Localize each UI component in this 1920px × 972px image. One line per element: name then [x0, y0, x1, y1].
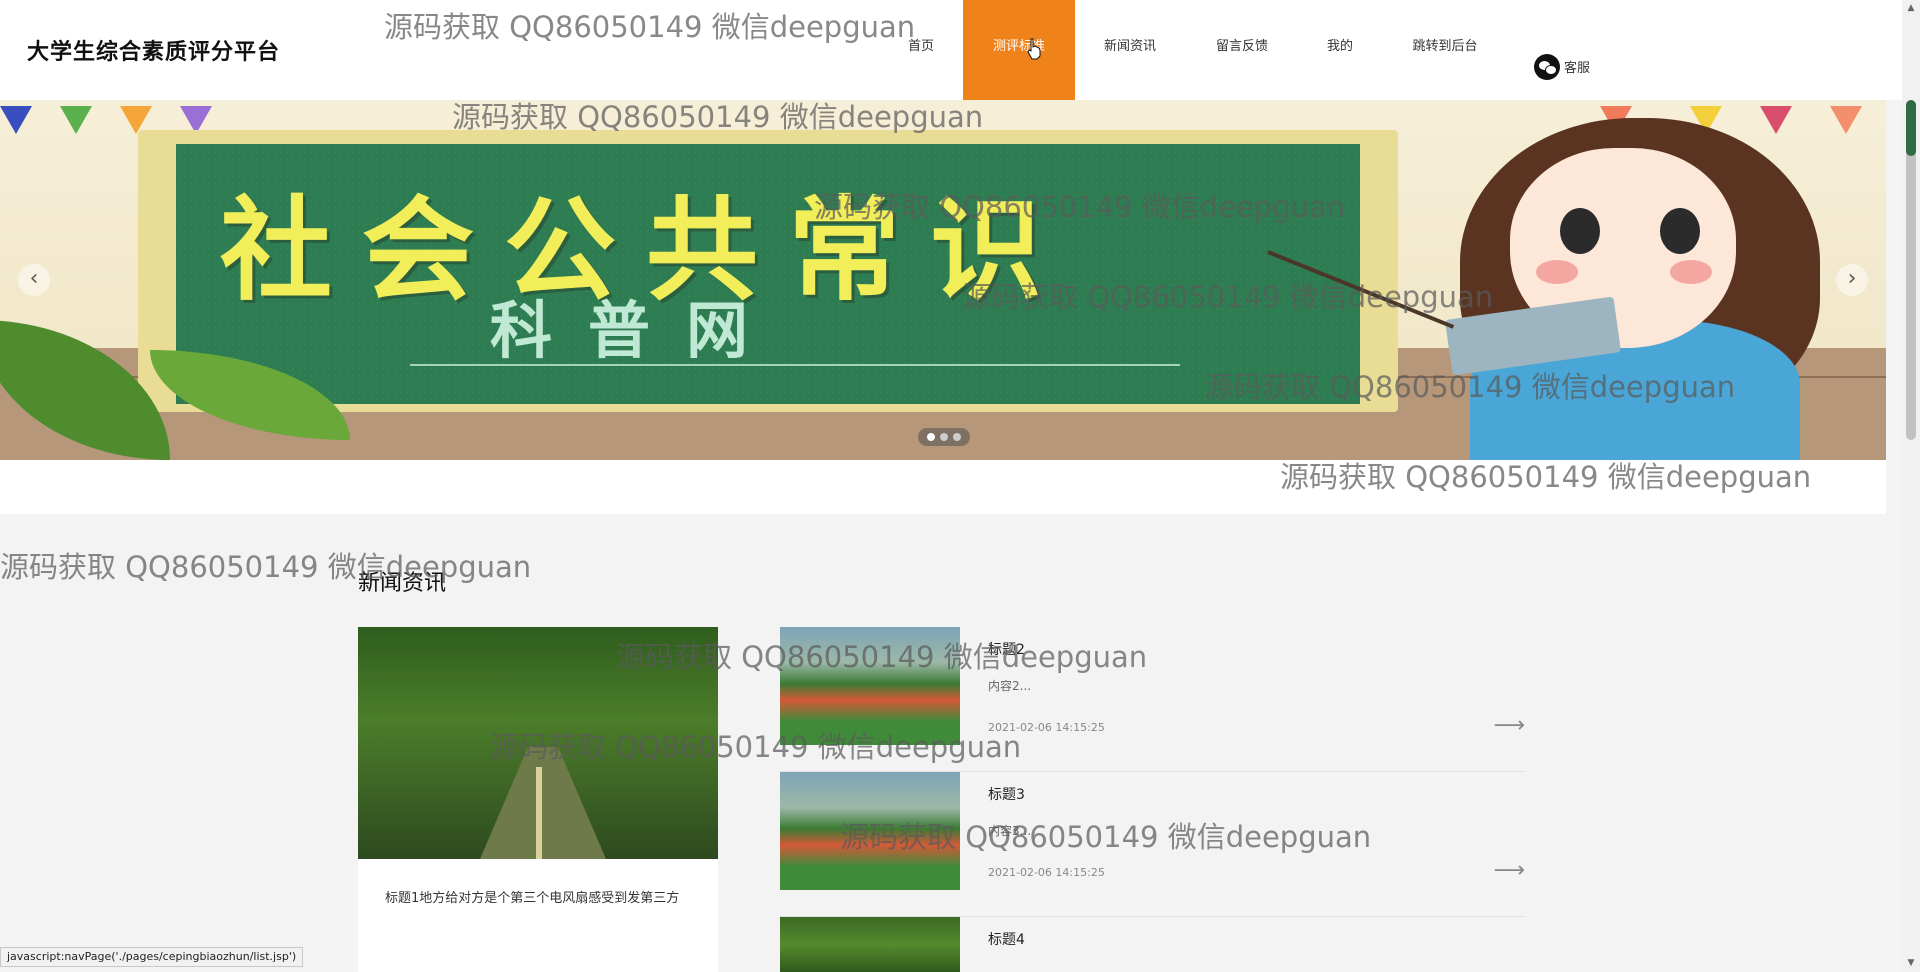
featured-news-title[interactable]: 标题1地方给对方是个第三个电风扇感受到发第三方	[385, 887, 695, 911]
tree-road	[468, 747, 618, 859]
banner-bottom-strip	[0, 460, 1886, 514]
news-list-item[interactable]: 标题2 内容2... 2021-02-06 14:15:25 ⟶	[780, 627, 1525, 772]
road-center-line	[536, 767, 542, 859]
bunting-flag	[1760, 106, 1792, 134]
teacher-eye	[1560, 208, 1600, 254]
hero-carousel[interactable]: 社会公共常识 科普网 ‹ ›	[0, 100, 1886, 460]
teacher-cheek	[1536, 260, 1578, 284]
hand-cursor-icon	[1027, 38, 1041, 60]
bunting-flag	[60, 106, 92, 134]
bunting-flag	[1830, 106, 1862, 134]
nav-item-backend[interactable]: 跳转到后台	[1398, 0, 1492, 100]
carousel-prev-button[interactable]: ‹	[18, 264, 50, 296]
nav-item-service[interactable]: 客服	[1534, 0, 1604, 100]
news-item-title[interactable]: 标题4	[988, 929, 1025, 949]
news-list-item[interactable]: 标题4	[780, 917, 1525, 972]
bunting-flag	[0, 106, 32, 134]
nav-item-evaluation-standard[interactable]: 测评标准	[963, 0, 1075, 100]
news-item-desc: 内容2...	[988, 679, 1032, 693]
featured-news-card[interactable]: 标题1地方给对方是个第三个电风扇感受到发第三方	[358, 627, 718, 972]
featured-news-image[interactable]	[358, 627, 718, 859]
news-item-date: 2021-02-06 14:15:25	[988, 721, 1105, 734]
news-thumbnail[interactable]	[780, 627, 960, 745]
nav-item-news[interactable]: 新闻资讯	[1090, 0, 1170, 100]
wechat-icon	[1534, 53, 1560, 80]
nav-item-feedback[interactable]: 留言反馈	[1200, 0, 1284, 100]
scroll-up-arrow-icon[interactable]: ▲	[1902, 0, 1920, 17]
news-section-heading: 新闻资讯	[358, 571, 447, 596]
news-item-desc: 内容3...	[988, 824, 1032, 838]
news-item-date: 2021-02-06 14:15:25	[988, 866, 1105, 879]
chalkboard-line	[410, 364, 1180, 366]
watermark-text: 源码获取 QQ86050149 微信deepguan	[0, 550, 532, 584]
service-label: 客服	[1564, 61, 1591, 76]
news-item-title[interactable]: 标题2	[988, 639, 1025, 659]
top-header: 大学生综合素质评分平台 首页 测评标准 新闻资讯 留言反馈 我的 跳转到后台 客…	[0, 0, 1902, 100]
news-thumbnail[interactable]	[780, 917, 960, 972]
site-brand: 大学生综合素质评分平台	[27, 40, 281, 65]
nav-item-mine[interactable]: 我的	[1314, 0, 1366, 100]
browser-status-bar: javascript:navPage('./pages/cepingbiaozh…	[0, 947, 304, 967]
news-list-item[interactable]: 标题3 内容3... 2021-02-06 14:15:25 ⟶	[780, 772, 1525, 917]
carousel-dot[interactable]	[940, 433, 948, 441]
banner-subtitle: 科普网	[490, 294, 785, 367]
news-thumbnail[interactable]	[780, 772, 960, 890]
arrow-right-icon[interactable]: ⟶	[1493, 713, 1525, 738]
nav-item-home[interactable]: 首页	[884, 0, 958, 100]
news-item-title[interactable]: 标题3	[988, 784, 1025, 804]
carousel-dot[interactable]	[953, 433, 961, 441]
carousel-next-button[interactable]: ›	[1836, 264, 1868, 296]
arrow-right-icon[interactable]: ⟶	[1493, 858, 1525, 883]
teacher-cheek	[1670, 260, 1712, 284]
carousel-dot[interactable]	[927, 433, 935, 441]
teacher-eye	[1660, 208, 1700, 254]
page-scrollbar[interactable]: ▲ ▼	[1902, 0, 1920, 972]
carousel-indicators	[918, 428, 970, 446]
scrollbar-highlight	[1906, 100, 1916, 156]
scroll-down-arrow-icon[interactable]: ▼	[1902, 955, 1920, 972]
